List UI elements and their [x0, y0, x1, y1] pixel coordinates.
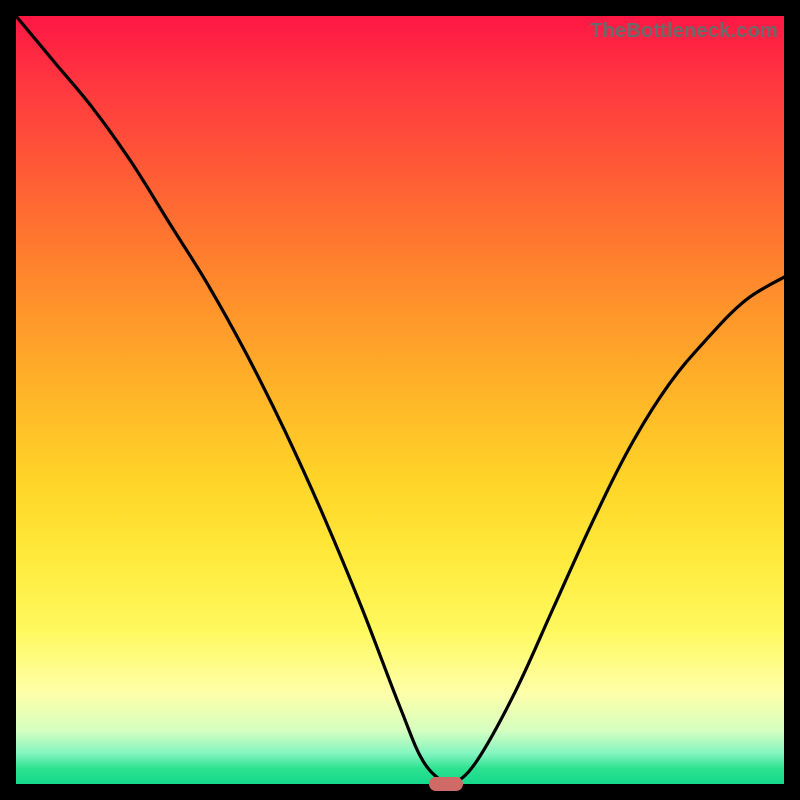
bottleneck-curve — [16, 16, 784, 784]
minimum-marker — [429, 777, 463, 791]
chart-frame: TheBottleneck.com — [0, 0, 800, 800]
chart-plot-area: TheBottleneck.com — [16, 16, 784, 784]
